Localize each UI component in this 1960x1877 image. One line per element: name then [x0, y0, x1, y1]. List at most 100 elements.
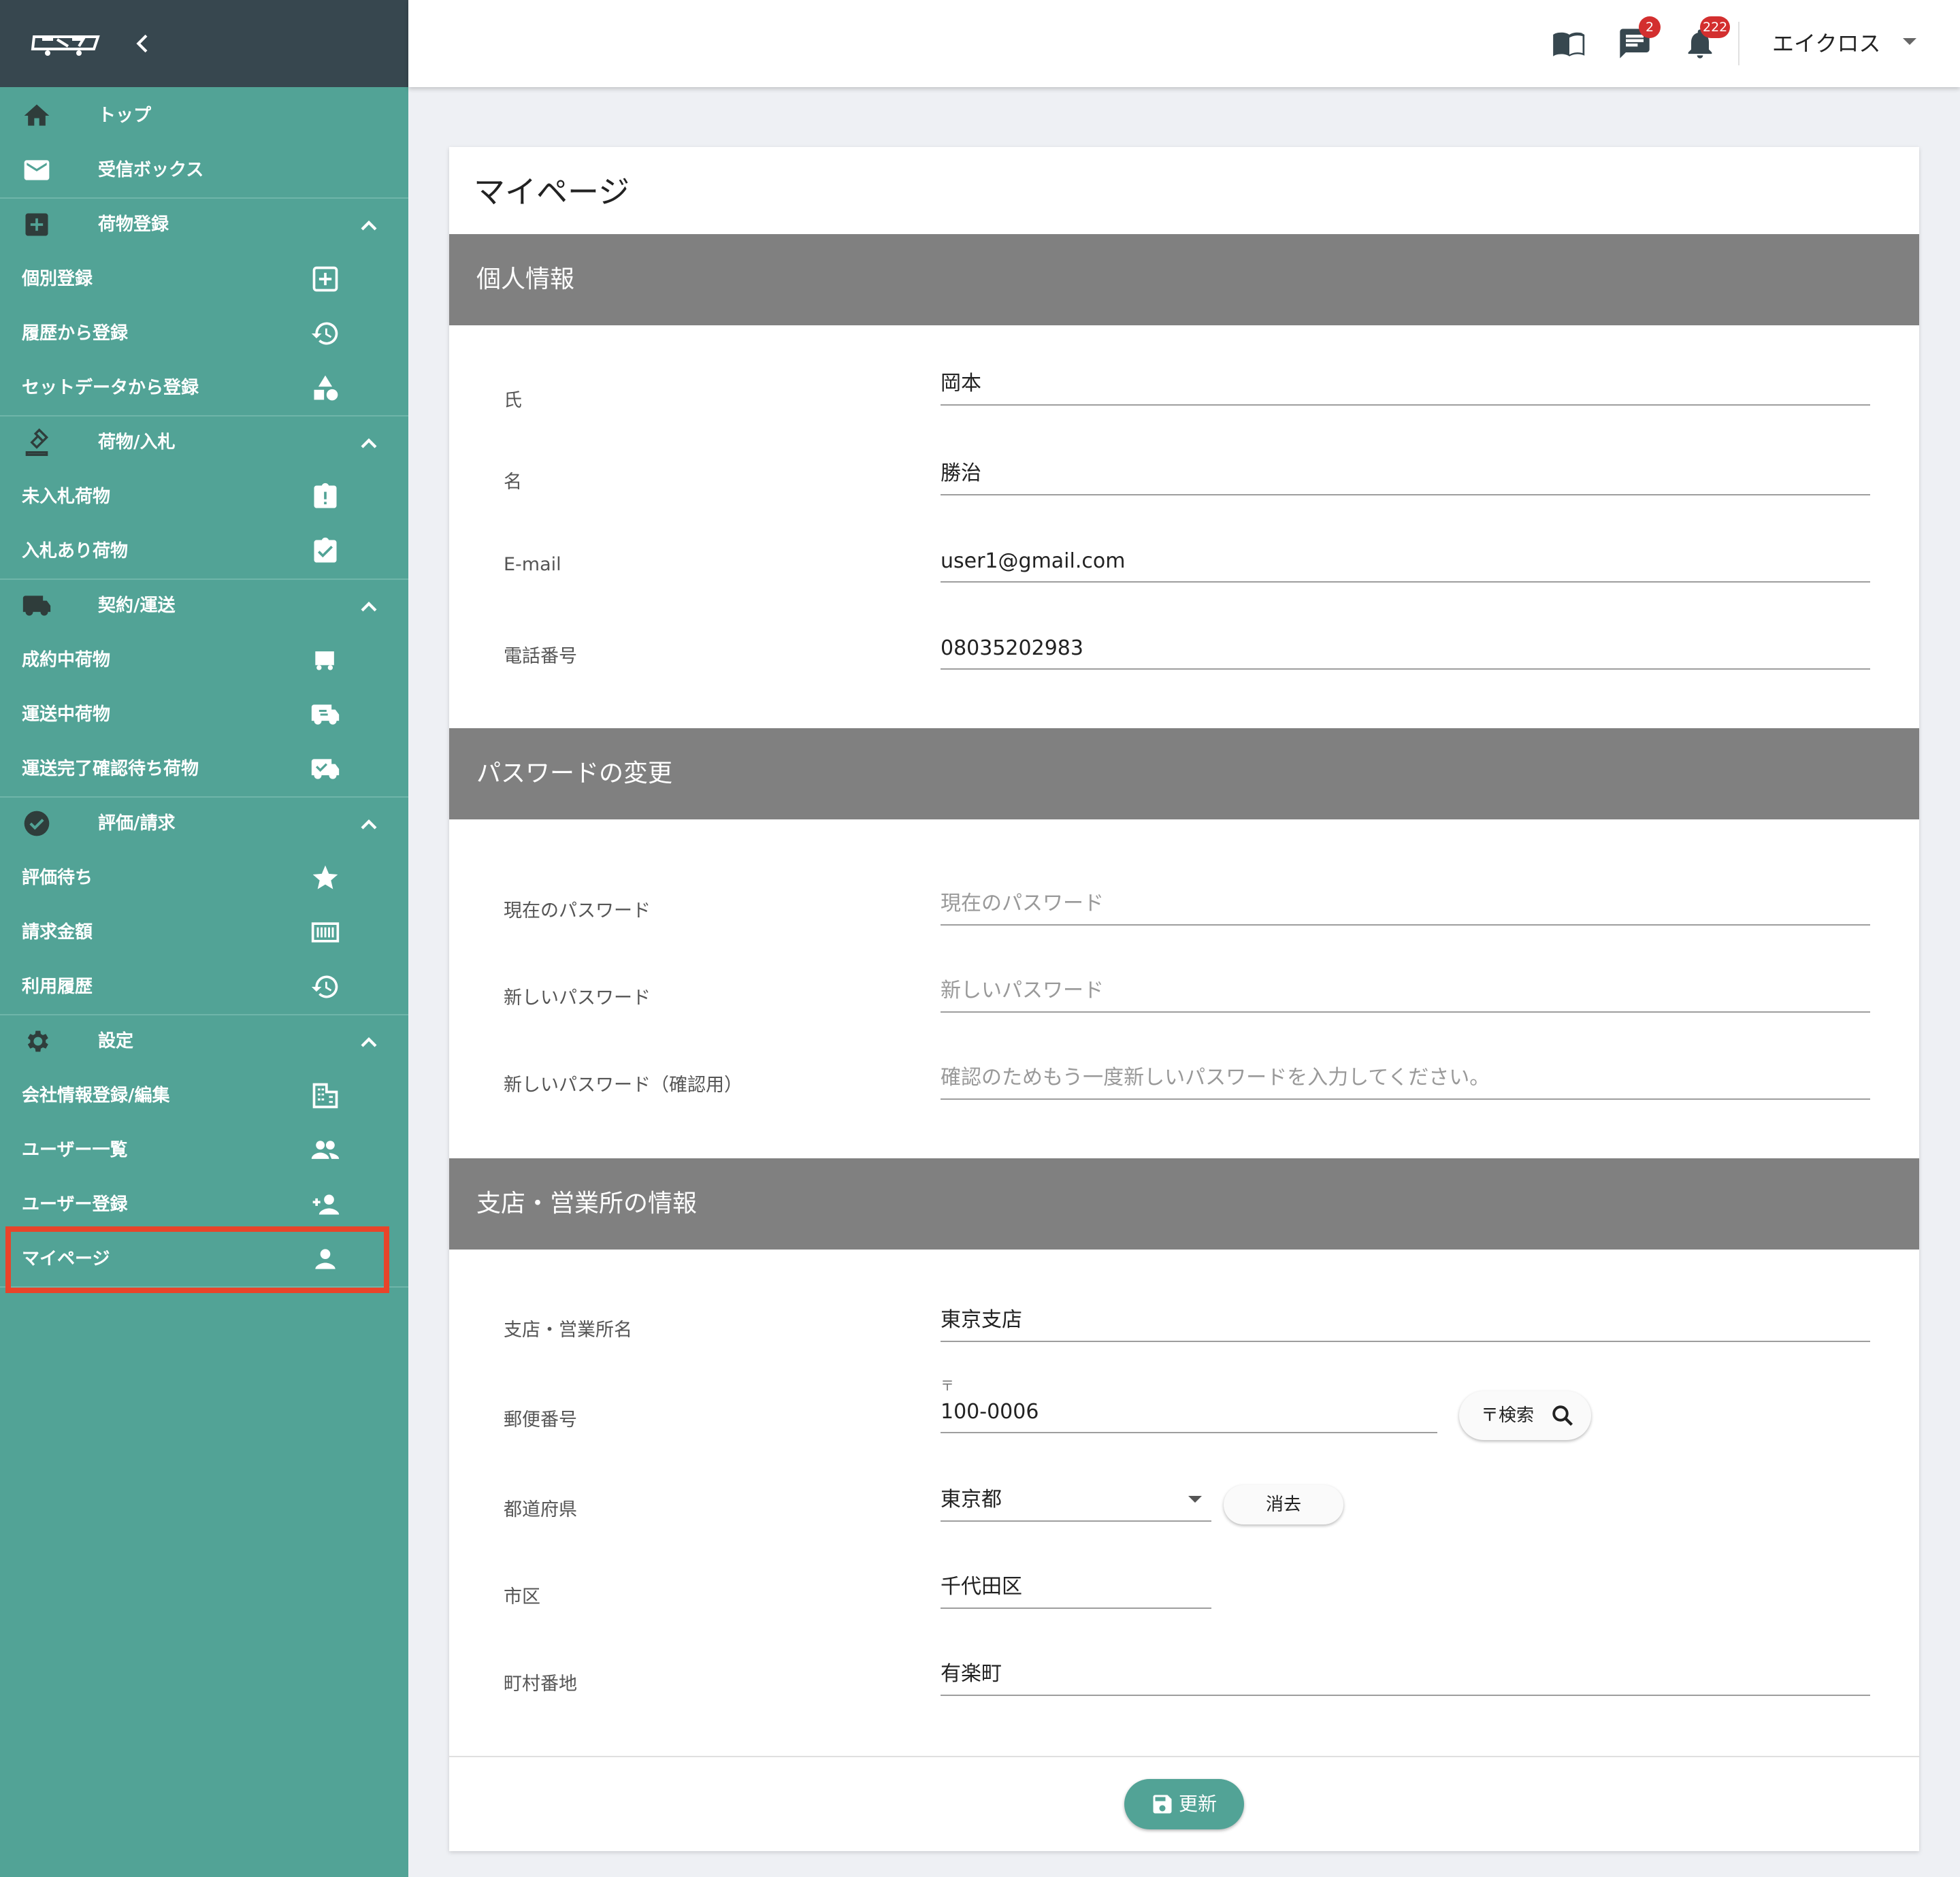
caret-down-icon[interactable] — [1903, 38, 1916, 45]
confirm-password-label: 新しいパスワード（確認用） — [504, 1075, 742, 1096]
sidebar-item-label: 荷物登録 — [98, 214, 169, 235]
sidebar-group-cargo-bid[interactable]: 荷物/入札 — [0, 415, 408, 470]
first-name-value: 勝治 — [941, 461, 981, 485]
first-name-label: 名 — [504, 472, 522, 493]
chevron-up-icon[interactable] — [355, 430, 382, 457]
add-box-icon — [25, 213, 48, 236]
first-name-field[interactable]: 勝治 — [941, 452, 1870, 495]
new-password-field[interactable]: 新しいパスワード — [941, 969, 1870, 1013]
sidebar-item-awaiting-evaluation[interactable]: 評価待ち — [0, 851, 408, 905]
sidebar-item-label: 運送中荷物 — [22, 704, 111, 725]
sidebar-item-label: 評価待ち — [22, 868, 93, 888]
sidebar: トップ 受信ボックス 荷物登録 個別登録 履歴から登録 セットデータから登録 荷… — [0, 0, 408, 1877]
truck-fast-icon — [311, 704, 340, 725]
save-icon — [1153, 1795, 1172, 1814]
sidebar-item-individual-registration[interactable]: 個別登録 — [0, 252, 408, 306]
confirm-password-field[interactable]: 確認のためもう一度新しいパスワードを入力してください。 — [941, 1056, 1870, 1100]
postal-code-label: 郵便番号 — [504, 1409, 577, 1431]
postal-search-label: 〒検索 — [1481, 1405, 1535, 1426]
branch-section-header: 支店・営業所の情報 — [449, 1158, 1919, 1250]
branch-name-field[interactable]: 東京支店 — [941, 1299, 1870, 1342]
postal-code-value: 100-0006 — [941, 1400, 1039, 1424]
town-value: 有楽町 — [941, 1662, 1002, 1686]
header-divider — [1738, 22, 1740, 65]
chevron-up-icon[interactable] — [355, 1029, 382, 1056]
sidebar-group-cargo-registration[interactable]: 荷物登録 — [0, 197, 408, 252]
section-title: 支店・営業所の情報 — [476, 1190, 698, 1218]
current-password-field[interactable]: 現在のパスワード — [941, 882, 1870, 926]
home-icon — [24, 104, 50, 126]
sidebar-item-label: 会社情報登録/編集 — [22, 1086, 170, 1106]
email-field[interactable]: user1@gmail.com — [941, 539, 1870, 583]
sidebar-item-usage-history[interactable]: 利用履歴 — [0, 960, 408, 1014]
branch-name-label: 支店・営業所名 — [504, 1320, 632, 1341]
top-app-bar: 2 222 エイクロス — [408, 0, 1960, 87]
sidebar-item-label: 契約/運送 — [98, 595, 176, 616]
prefecture-value: 東京都 — [941, 1488, 1002, 1512]
sidebar-item-label: セットデータから登録 — [22, 378, 199, 398]
sidebar-item-label: 個別登録 — [22, 269, 93, 289]
clear-prefecture-button[interactable]: 消去 — [1224, 1485, 1343, 1524]
sidebar-item-awaiting-confirmation-cargo[interactable]: 運送完了確認待ち荷物 — [0, 742, 408, 796]
sidebar-item-label: 運送完了確認待ち荷物 — [22, 759, 199, 779]
building-icon — [312, 1083, 338, 1109]
sidebar-group-evaluation-billing[interactable]: 評価/請求 — [0, 796, 408, 851]
sidebar-item-top[interactable]: トップ — [0, 88, 408, 143]
postal-search-button[interactable]: 〒検索 — [1459, 1391, 1591, 1440]
chevron-up-icon[interactable] — [355, 212, 382, 240]
manual-book-icon[interactable] — [1552, 26, 1587, 61]
sidebar-item-company-info[interactable]: 会社情報登録/編集 — [0, 1068, 408, 1123]
last-name-field[interactable]: 岡本 — [941, 362, 1870, 406]
sidebar-item-user-list[interactable]: ユーザー一覧 — [0, 1123, 408, 1177]
sidebar-group-contract-transport[interactable]: 契約/運送 — [0, 578, 408, 633]
update-button-label: 更新 — [1179, 1793, 1218, 1815]
sidebar-item-setdata-registration[interactable]: セットデータから登録 — [0, 361, 408, 415]
sidebar-item-label: 未入札荷物 — [22, 487, 111, 507]
chevron-up-icon[interactable] — [355, 593, 382, 621]
sidebar-item-inbox[interactable]: 受信ボックス — [0, 143, 408, 197]
city-value: 千代田区 — [941, 1575, 1022, 1599]
gear-icon — [27, 1030, 48, 1052]
town-field[interactable]: 有楽町 — [941, 1652, 1870, 1696]
sidebar-group-settings[interactable]: 設定 — [0, 1014, 408, 1068]
barcode-icon — [311, 922, 340, 943]
phone-field[interactable]: 08035202983 — [941, 626, 1870, 670]
truck-icon — [22, 595, 51, 616]
page-title: マイページ — [474, 174, 630, 210]
mypage-card: マイページ 個人情報 氏 岡本 名 勝治 E-mail user1@gmail.… — [449, 147, 1919, 1851]
last-name-label: 氏 — [504, 390, 522, 411]
postal-code-field[interactable]: 〒 100-0006 — [941, 1377, 1437, 1433]
prefecture-select[interactable]: 東京都 — [941, 1478, 1211, 1522]
chevron-up-icon[interactable] — [355, 811, 382, 838]
sidebar-item-user-registration[interactable]: ユーザー登録 — [0, 1177, 408, 1232]
sidebar-item-bid-cargo[interactable]: 入札あり荷物 — [0, 524, 408, 578]
current-password-placeholder: 現在のパスワード — [941, 892, 1104, 915]
sidebar-item-contracted-cargo[interactable]: 成約中荷物 — [0, 633, 408, 687]
sidebar-item-billing-amount[interactable]: 請求金額 — [0, 905, 408, 960]
check-circle-icon — [24, 811, 50, 836]
update-button[interactable]: 更新 — [1124, 1779, 1244, 1829]
sidebar-item-history-registration[interactable]: 履歴から登録 — [0, 306, 408, 361]
truck-side-icon — [315, 651, 334, 670]
branch-name-value: 東京支店 — [941, 1308, 1022, 1332]
sidebar-item-label: 評価/請求 — [98, 813, 176, 834]
collapse-sidebar-icon[interactable] — [129, 30, 157, 57]
town-label: 町村番地 — [504, 1674, 577, 1695]
clipboard-alert-icon — [314, 483, 337, 508]
mypage-highlight-box — [5, 1226, 389, 1293]
sidebar-item-unbid-cargo[interactable]: 未入札荷物 — [0, 470, 408, 524]
sidebar-item-in-transit-cargo[interactable]: 運送中荷物 — [0, 687, 408, 742]
app-logo[interactable] — [30, 30, 112, 57]
sidebar-item-label: 受信ボックス — [98, 160, 204, 180]
sidebar-item-label: 設定 — [98, 1031, 134, 1051]
notifications-badge: 222 — [1700, 16, 1731, 38]
new-password-placeholder: 新しいパスワード — [941, 979, 1104, 1002]
user-menu-name[interactable]: エイクロス — [1772, 0, 1880, 87]
city-field[interactable]: 千代田区 — [941, 1565, 1211, 1609]
email-label: E-mail — [504, 554, 561, 575]
messages-badge: 2 — [1639, 16, 1661, 38]
current-password-label: 現在のパスワード — [504, 900, 651, 921]
phone-value: 08035202983 — [941, 636, 1083, 660]
category-icon — [314, 375, 338, 401]
prefecture-label: 都道府県 — [504, 1499, 577, 1520]
